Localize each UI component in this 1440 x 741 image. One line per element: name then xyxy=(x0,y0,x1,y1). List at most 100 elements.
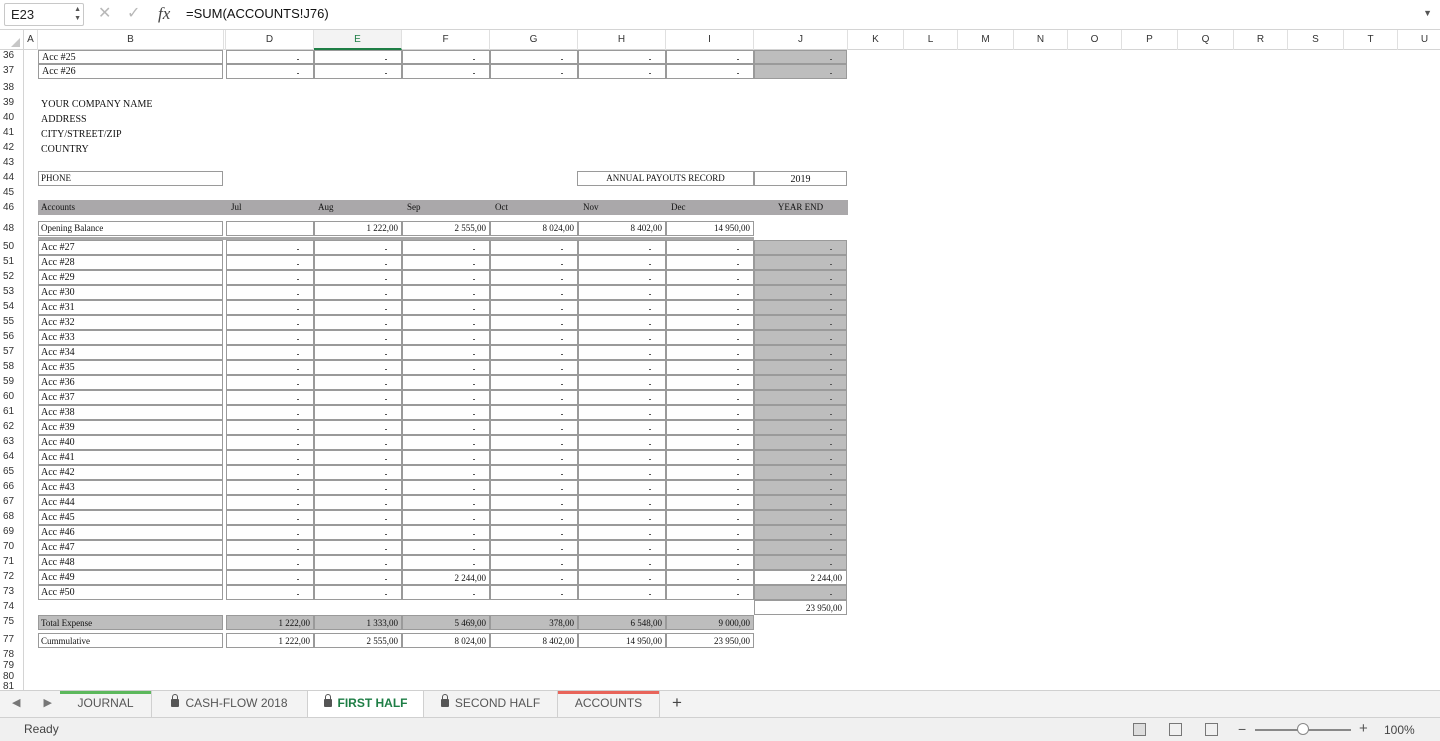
year-end-cell xyxy=(754,555,847,570)
year-end-cell xyxy=(754,255,847,270)
month-cell xyxy=(402,465,490,480)
empty-value-mark xyxy=(473,309,475,310)
year-end-cell xyxy=(754,390,847,405)
acc49-year-value: 2 244,00 xyxy=(810,573,843,583)
month-cell xyxy=(402,375,490,390)
month-cell xyxy=(314,360,402,375)
empty-value-mark xyxy=(297,429,299,430)
check-icon[interactable]: ✓ xyxy=(127,4,140,24)
month-cell xyxy=(578,525,666,540)
empty-value-mark xyxy=(385,504,387,505)
month-cell xyxy=(490,480,578,495)
empty-value-mark xyxy=(561,324,563,325)
tab-second-half[interactable]: SECOND HALF xyxy=(424,691,558,717)
empty-value-mark xyxy=(830,504,832,505)
chevron-down-icon[interactable]: ▼ xyxy=(1423,8,1432,18)
month-cell xyxy=(402,285,490,300)
account-name: Acc #34 xyxy=(41,347,75,358)
function-icon[interactable]: fx xyxy=(158,4,170,24)
empty-value-mark xyxy=(649,594,651,595)
empty-value-mark xyxy=(385,564,387,565)
page-layout-view-icon[interactable] xyxy=(1169,723,1182,736)
empty-value-mark xyxy=(737,564,739,565)
account-name: Acc #37 xyxy=(41,392,75,403)
month-cell xyxy=(314,315,402,330)
year-end-cell xyxy=(754,270,847,285)
zoom-level: 100% xyxy=(1384,723,1415,737)
empty-value-mark xyxy=(385,249,387,250)
sheet-tabs: ◀ ▶ JOURNAL CASH-FLOW 2018 FIRST HALF SECON… xyxy=(0,690,1440,717)
add-sheet-icon[interactable]: + xyxy=(672,693,682,713)
empty-value-mark xyxy=(385,294,387,295)
month-cell xyxy=(402,270,490,285)
year-end-cell xyxy=(754,64,847,79)
month-cell xyxy=(402,300,490,315)
month-cell xyxy=(314,50,402,64)
zoom-out-icon[interactable]: − xyxy=(1238,721,1246,737)
tab-label: CASH-FLOW 2018 xyxy=(185,696,288,710)
spreadsheet-grid[interactable]: ABDEFGHIJKLMNOPQRSTU 36 37 38 39 40 41 42 43 44 4… xyxy=(0,30,1440,690)
month-cell xyxy=(226,270,314,285)
account-name: Acc #44 xyxy=(41,497,75,508)
opening-jul-cell xyxy=(226,221,314,236)
formula-input[interactable]: =SUM(ACCOUNTS!J76) xyxy=(186,6,329,22)
empty-value-mark xyxy=(830,399,832,400)
month-cell xyxy=(226,570,314,585)
month-cell xyxy=(666,480,754,495)
tab-journal[interactable]: JOURNAL xyxy=(60,691,152,717)
month-cell xyxy=(226,300,314,315)
name-box[interactable]: E23 ▲ ▼ xyxy=(4,3,84,26)
month-cell xyxy=(578,570,666,585)
month-cell xyxy=(666,465,754,480)
month-cell xyxy=(226,64,314,79)
account-name: Acc #29 xyxy=(41,272,75,283)
empty-value-mark xyxy=(385,549,387,550)
close-icon[interactable]: ✕ xyxy=(98,4,111,24)
empty-value-mark xyxy=(297,264,299,265)
empty-value-mark xyxy=(473,324,475,325)
tab-first-half[interactable]: FIRST HALF xyxy=(308,691,424,717)
empty-value-mark xyxy=(830,414,832,415)
phone-label: PHONE xyxy=(41,173,72,183)
status-bar: Ready − + 100% xyxy=(0,717,1440,741)
table-header-4: Oct xyxy=(495,202,508,212)
table-header-1: Jul xyxy=(231,202,242,212)
empty-value-mark xyxy=(473,564,475,565)
table-header-2: Aug xyxy=(318,202,334,212)
cell-area[interactable]: Acc #25 Acc #26 YOUR COMPANY NAME ADDRESS CI… xyxy=(0,30,1440,690)
zoom-slider-handle[interactable] xyxy=(1297,723,1309,735)
year-end-cell xyxy=(754,240,847,255)
month-cell xyxy=(490,64,578,79)
tab-nav-arrows-icon[interactable]: ◀ ▶ xyxy=(12,696,62,709)
month-cell xyxy=(666,345,754,360)
account-name: Acc #42 xyxy=(41,467,75,478)
month-cell xyxy=(490,555,578,570)
empty-value-mark xyxy=(297,519,299,520)
empty-value-mark xyxy=(561,594,563,595)
month-cell xyxy=(666,270,754,285)
zoom-in-icon[interactable]: + xyxy=(1359,720,1368,737)
empty-value-mark xyxy=(737,489,739,490)
normal-view-icon[interactable] xyxy=(1133,723,1146,736)
month-cell xyxy=(666,330,754,345)
empty-value-mark xyxy=(737,249,739,250)
page-break-view-icon[interactable] xyxy=(1205,723,1218,736)
month-cell xyxy=(578,50,666,64)
month-cell xyxy=(490,345,578,360)
acc49-sep-value: 2 244,00 xyxy=(454,573,487,583)
empty-value-mark xyxy=(297,444,299,445)
month-cell xyxy=(402,315,490,330)
empty-value-mark xyxy=(830,294,832,295)
tab-cash-flow-2018[interactable]: CASH-FLOW 2018 xyxy=(152,691,308,717)
tab-accounts[interactable]: ACCOUNTS xyxy=(558,691,660,717)
empty-value-mark xyxy=(561,579,563,580)
year-end-cell xyxy=(754,510,847,525)
name-box-stepper-icon[interactable]: ▲ ▼ xyxy=(74,5,81,23)
month-cell xyxy=(314,285,402,300)
month-cell xyxy=(402,390,490,405)
month-cell xyxy=(402,345,490,360)
empty-value-mark xyxy=(737,534,739,535)
table-header-6: Dec xyxy=(671,202,686,212)
empty-value-mark xyxy=(473,399,475,400)
month-cell xyxy=(226,450,314,465)
